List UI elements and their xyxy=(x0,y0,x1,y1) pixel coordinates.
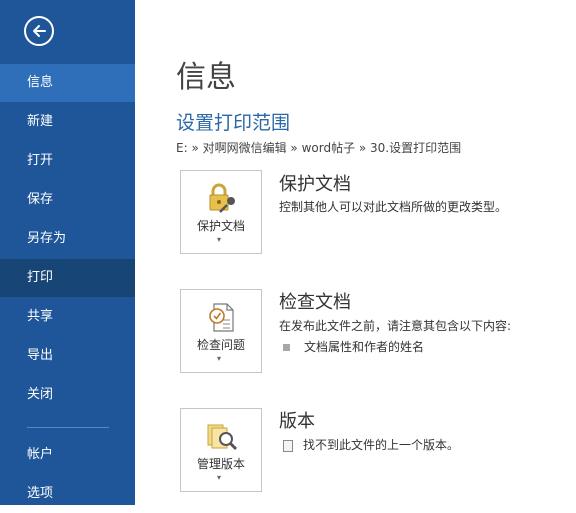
backstage-sidebar: 信息 新建 打开 保存 另存为 打印 共享 导出 关闭 帐户 选项 xyxy=(0,0,135,505)
chevron-down-icon: ▾ xyxy=(217,235,222,244)
protect-document-button-label: 保护文档 xyxy=(196,219,245,233)
manage-versions-button[interactable]: 管理版本 ▾ xyxy=(180,408,262,492)
manage-versions-icon xyxy=(207,424,238,451)
chevron-down-icon: ▾ xyxy=(217,473,222,482)
back-button[interactable] xyxy=(24,16,54,46)
lock-key-icon xyxy=(209,183,235,213)
nav-item-close[interactable]: 关闭 xyxy=(0,376,135,414)
nav-item-info[interactable]: 信息 xyxy=(0,64,135,102)
inspect-document-icon xyxy=(209,303,234,332)
nav-item-save-as[interactable]: 另存为 xyxy=(0,220,135,258)
check-issues-button[interactable]: 检查问题 ▾ xyxy=(180,289,262,373)
back-arrow-icon xyxy=(33,25,46,37)
versions-title: 版本 xyxy=(279,411,315,432)
page-title: 信息 xyxy=(176,60,236,95)
sidebar-divider xyxy=(27,427,109,428)
nav-item-print[interactable]: 打印 xyxy=(0,259,135,297)
document-icon xyxy=(283,439,293,452)
nav-item-share[interactable]: 共享 xyxy=(0,298,135,336)
nav-item-account[interactable]: 帐户 xyxy=(0,436,135,474)
nav-item-new[interactable]: 新建 xyxy=(0,103,135,141)
nav-item-save[interactable]: 保存 xyxy=(0,181,135,219)
inspect-document-title: 检查文档 xyxy=(279,292,351,313)
chevron-down-icon: ▾ xyxy=(217,354,222,363)
versions-description-line: 找不到此文件的上一个版本。 xyxy=(283,436,459,453)
check-issues-button-label: 检查问题 xyxy=(196,338,245,352)
bullet-square-icon xyxy=(283,344,290,351)
nav-item-open[interactable]: 打开 xyxy=(0,142,135,180)
inspect-bullet-text: 文档属性和作者的姓名 xyxy=(304,340,425,354)
protect-document-title: 保护文档 xyxy=(279,174,351,195)
nav-item-export[interactable]: 导出 xyxy=(0,337,135,375)
versions-description: 找不到此文件的上一个版本。 xyxy=(303,438,460,452)
protect-document-button[interactable]: 保护文档 ▾ xyxy=(180,170,262,254)
nav-item-options[interactable]: 选项 xyxy=(0,475,135,513)
document-path[interactable]: E: » 对啊网微信编辑 » word帖子 » 30.设置打印范围 xyxy=(176,139,461,156)
document-title: 设置打印范围 xyxy=(176,112,291,134)
inspect-document-description: 在发布此文件之前，请注意其包含以下内容: xyxy=(279,319,512,333)
protect-document-description: 控制其他人可以对此文档所做的更改类型。 xyxy=(279,200,508,214)
inspect-document-bullet: 文档属性和作者的姓名 xyxy=(283,338,424,355)
manage-versions-button-label: 管理版本 xyxy=(196,457,245,471)
